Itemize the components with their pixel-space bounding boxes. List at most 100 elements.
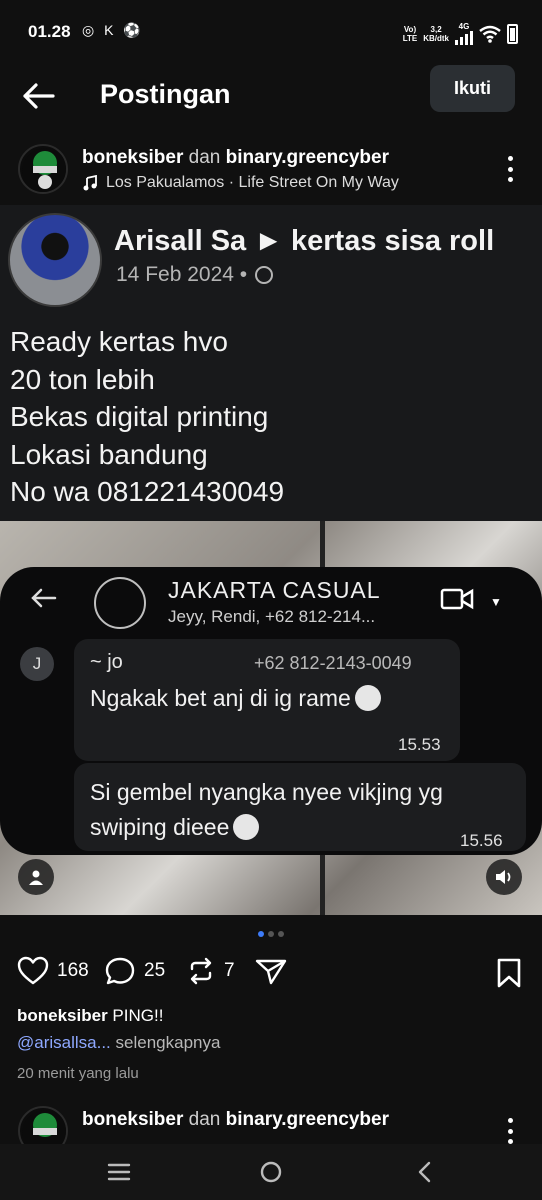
recent-apps-button[interactable] bbox=[104, 1158, 134, 1186]
action-bar: 168 25 7 bbox=[0, 952, 542, 992]
facebook-post-screenshot: Arisall Sa ► kertas sisa roll 14 Feb 202… bbox=[0, 205, 542, 521]
mention-link[interactable]: @arisallsa... bbox=[17, 1033, 111, 1052]
music-title: Los Pakualamos · Life Street On My Way bbox=[106, 174, 399, 191]
fb-post-date: 14 Feb 2024 • bbox=[116, 263, 274, 287]
dot-icon bbox=[507, 177, 513, 182]
fb-line: Lokasi bandung bbox=[10, 438, 208, 470]
carousel-dot bbox=[268, 931, 274, 937]
notification-icons: ◎ K ⚽ bbox=[82, 22, 144, 38]
post-authors[interactable]: boneksiber dan binary.greencyber bbox=[82, 147, 389, 169]
laughing-emoji-icon bbox=[354, 685, 381, 711]
heart-icon bbox=[17, 956, 49, 985]
message-2-line-2: swiping dieee bbox=[90, 814, 230, 840]
share-button[interactable] bbox=[254, 956, 288, 986]
dot-icon bbox=[507, 156, 513, 161]
author-name-1[interactable]: boneksiber bbox=[82, 147, 183, 168]
message-text: Si gembel nyangka nyee vikjing yg swipin… bbox=[90, 775, 443, 845]
chat-members: Jeyy, Rendi, +62 812-214... bbox=[168, 607, 376, 626]
more-options-button[interactable] bbox=[498, 154, 522, 184]
fb-line: Bekas digital printing bbox=[10, 401, 269, 432]
send-icon bbox=[255, 959, 287, 985]
message-text: Ngakak bet anj di ig rame bbox=[90, 685, 381, 712]
laughing-emoji-icon bbox=[233, 814, 260, 840]
music-info[interactable]: Los Pakualamos · Life Street On My Way bbox=[82, 174, 399, 192]
next-author-name-2[interactable]: binary.greencyber bbox=[226, 1109, 389, 1130]
dot-icon bbox=[507, 166, 513, 172]
boneksiber-logo-icon bbox=[22, 148, 66, 192]
follow-button[interactable]: Ikuti bbox=[430, 65, 515, 112]
fb-line: Ready kertas hvo bbox=[10, 326, 228, 357]
group-logo-icon bbox=[94, 577, 146, 629]
carousel-dot-active bbox=[258, 931, 264, 937]
mute-toggle-button[interactable] bbox=[486, 859, 522, 895]
chat-group-name: JAKARTA CASUAL bbox=[168, 577, 381, 603]
caption: boneksiber PING!! bbox=[17, 1006, 163, 1026]
next-author-avatar[interactable] bbox=[18, 1106, 68, 1144]
system-nav-bar bbox=[0, 1144, 542, 1200]
signal-icon bbox=[455, 31, 473, 45]
status-bar: 01.28 ◎ K ⚽ Vo) LTE 3,2 KB/dtk 4G bbox=[0, 0, 542, 62]
back-nav-button[interactable] bbox=[410, 1158, 440, 1186]
fb-avatar bbox=[8, 213, 102, 307]
carousel-indicator bbox=[0, 931, 542, 937]
speed-unit: KB/dtk bbox=[423, 33, 449, 43]
volte-bottom: LTE bbox=[402, 33, 418, 43]
message-time: 15.53 bbox=[398, 735, 441, 754]
speed-indicator: 3,2 KB/dtk bbox=[423, 25, 449, 43]
battery-icon bbox=[507, 23, 518, 44]
back-button[interactable] bbox=[18, 76, 58, 116]
message-2-line-2-wrap: swiping dieee bbox=[90, 810, 443, 845]
post-media[interactable]: Arisall Sa ► kertas sisa roll 14 Feb 202… bbox=[0, 205, 542, 915]
person-icon bbox=[29, 870, 43, 885]
fb-date-text: 14 Feb 2024 • bbox=[116, 263, 248, 286]
sender-name: ~ jo bbox=[90, 651, 123, 673]
bookmark-icon[interactable] bbox=[496, 958, 522, 988]
arrow-left-icon bbox=[23, 83, 55, 109]
message-time: 15.56 bbox=[460, 831, 503, 850]
status-right: Vo) LTE 3,2 KB/dtk 4G bbox=[403, 22, 518, 45]
music-note-icon bbox=[83, 175, 97, 191]
caption-text: PING!! bbox=[107, 1006, 164, 1025]
boneksiber-logo-icon bbox=[22, 1110, 66, 1144]
status-time: 01.28 bbox=[28, 22, 71, 41]
speaker-icon bbox=[496, 870, 511, 884]
repost-button[interactable]: 7 bbox=[186, 956, 235, 986]
tagged-people-button[interactable] bbox=[18, 859, 54, 895]
post-header: boneksiber dan binary.greencyber Los Pak… bbox=[0, 138, 542, 200]
author-name-2[interactable]: binary.greencyber bbox=[226, 147, 389, 168]
author-avatar[interactable] bbox=[18, 144, 68, 194]
top-header: Postingan Ikuti bbox=[0, 62, 542, 130]
signal-group: 4G bbox=[455, 22, 473, 45]
like-button[interactable]: 168 bbox=[17, 956, 89, 986]
next-author-name-1[interactable]: boneksiber bbox=[82, 1109, 183, 1130]
fb-post-title: Arisall Sa ► kertas sisa roll bbox=[114, 225, 495, 257]
repost-count: 7 bbox=[224, 960, 235, 981]
fb-line: 20 ton lebih bbox=[10, 363, 155, 395]
chevron-down-icon: ▼ bbox=[490, 595, 502, 609]
comment-count: 25 bbox=[144, 960, 166, 981]
author-joiner: dan bbox=[183, 147, 226, 168]
globe-icon bbox=[255, 266, 274, 284]
comment-icon bbox=[105, 957, 135, 985]
video-call-icon bbox=[440, 588, 474, 610]
next-post-authors[interactable]: boneksiber dan binary.greencyber bbox=[82, 1109, 389, 1131]
message-2-line-1: Si gembel nyangka nyee vikjing yg bbox=[90, 779, 443, 805]
chat-screenshot: JAKARTA CASUAL Jeyy, Rendi, +62 812-214.… bbox=[0, 567, 542, 855]
home-button[interactable] bbox=[256, 1158, 286, 1186]
caption-username[interactable]: boneksiber bbox=[17, 1006, 108, 1025]
next-more-options-button[interactable] bbox=[498, 1116, 522, 1144]
caption-continued: @arisallsa... selengkapnya bbox=[17, 1033, 220, 1053]
volte-top: Vo) bbox=[403, 24, 417, 34]
fb-line: No wa 081221430049 bbox=[10, 476, 285, 507]
comment-button[interactable]: 25 bbox=[104, 956, 165, 986]
repost-icon bbox=[190, 957, 212, 985]
page-title: Postingan bbox=[100, 79, 231, 109]
sender-phone: +62 812-2143-0049 bbox=[254, 653, 412, 673]
see-more-link[interactable]: selengkapnya bbox=[111, 1033, 221, 1052]
next-author-joiner: dan bbox=[183, 1109, 226, 1130]
next-post-header: boneksiber dan binary.greencyber bbox=[0, 1100, 542, 1144]
network-gen: 4G bbox=[458, 22, 470, 31]
post-timestamp: 20 menit yang lalu bbox=[17, 1065, 139, 1082]
speed-value: 3,2 bbox=[430, 24, 442, 34]
carousel-dot bbox=[278, 931, 284, 937]
